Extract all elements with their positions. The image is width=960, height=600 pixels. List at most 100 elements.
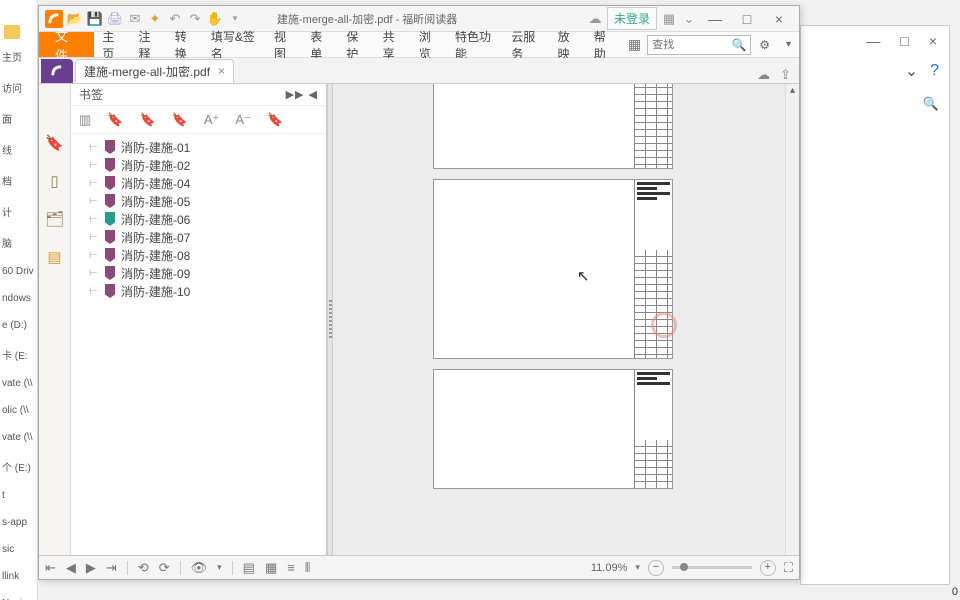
search-box[interactable]: 🔍 — [647, 35, 751, 55]
sb-rotate-right-icon[interactable]: ⟳ — [159, 560, 170, 576]
file-menu[interactable]: 文件 — [39, 32, 94, 57]
explorer-item[interactable]: ndows — [0, 285, 37, 312]
rail-bookmark-icon[interactable]: 🔖 — [46, 134, 64, 152]
menu-item[interactable]: 主页 — [94, 32, 130, 57]
explorer-item[interactable]: 脑 — [0, 227, 37, 258]
bm-tool-delete-icon[interactable]: 🔖 — [172, 112, 188, 128]
new-icon[interactable]: ✦ — [147, 11, 163, 27]
sb-rotate-left-icon[interactable]: ⟲ — [138, 560, 149, 576]
login-status[interactable]: 未登录 — [607, 7, 657, 30]
explorer-item[interactable]: 线 — [0, 134, 37, 165]
explorer-item[interactable]: 档 — [0, 165, 37, 196]
redo-icon[interactable]: ↷ — [187, 11, 203, 27]
email-icon[interactable]: ✉ — [127, 11, 143, 27]
sb-view-mode-icon[interactable]: 👁 — [191, 560, 208, 576]
sb-last-page-icon[interactable]: ⇥ — [106, 560, 117, 576]
rail-pages-icon[interactable]: ▯ — [46, 172, 64, 190]
explorer-item[interactable]: 访问 — [0, 72, 37, 103]
open-icon[interactable]: 📂 — [67, 11, 83, 27]
zoom-fit-icon[interactable]: ⛶ — [784, 560, 793, 576]
window-close[interactable]: × — [765, 11, 793, 27]
bm-tool-edit-icon[interactable]: 🔖 — [139, 112, 155, 128]
bm-tool-expand-icon[interactable]: ▥ — [79, 112, 91, 128]
undo-icon[interactable]: ↶ — [167, 11, 183, 27]
cloud-sync-icon[interactable]: ☁ — [757, 67, 770, 83]
grid-icon[interactable]: ▦ — [661, 11, 677, 27]
explorer-item[interactable]: t — [0, 482, 37, 509]
menu-item[interactable]: 保护 — [338, 32, 374, 57]
settings-icon[interactable]: ⚙ — [751, 38, 778, 52]
share-icon[interactable]: ⇪ — [780, 67, 791, 83]
sb-layout-continuous-icon[interactable]: ▦ — [265, 560, 277, 576]
search-input[interactable] — [648, 39, 728, 51]
menu-item[interactable]: 填写&签名 — [203, 32, 266, 57]
menu-item[interactable]: 云服务 — [503, 32, 549, 57]
settings-dropdown-icon[interactable]: ▾ — [778, 39, 799, 50]
bookmark-item[interactable]: ⊢消防-建施-10 — [71, 282, 326, 300]
explorer-item[interactable]: 主页 — [0, 41, 37, 72]
bookmark-item[interactable]: ⊢消防-建施-05 — [71, 192, 326, 210]
page-thumbnail[interactable] — [433, 369, 673, 489]
menu-item[interactable]: 帮助 — [586, 32, 622, 57]
sb-layout-single-icon[interactable]: ▤ — [243, 560, 255, 576]
menu-item[interactable]: 注释 — [131, 32, 167, 57]
bookmark-item[interactable]: ⊢消防-建施-08 — [71, 246, 326, 264]
explorer-item[interactable]: vate (\\ — [0, 424, 37, 451]
explorer-item[interactable]: vate (\\ — [0, 370, 37, 397]
explorer-item[interactable]: 面 — [0, 103, 37, 134]
zoom-out-button[interactable]: − — [648, 560, 664, 576]
vertical-scrollbar[interactable]: ▴ — [785, 84, 799, 555]
explorer-item[interactable]: 计 — [0, 196, 37, 227]
bookmark-item[interactable]: ⊢消防-建施-04 — [71, 174, 326, 192]
bg-dropdown-icon[interactable]: ⌄ — [905, 61, 918, 81]
menu-item[interactable]: 放映 — [550, 32, 586, 57]
sb-layout-facing-icon[interactable]: ≡ — [287, 560, 295, 575]
explorer-item[interactable]: 60 Driv — [0, 258, 37, 285]
menu-item[interactable]: 浏览 — [411, 32, 447, 57]
explorer-item[interactable]: 个 (E:) — [0, 451, 37, 482]
explorer-item[interactable]: sic — [0, 536, 37, 563]
preview-area[interactable]: ▴ ↖ — [333, 84, 799, 555]
explorer-item[interactable]: olic (\\ — [0, 397, 37, 424]
start-tab[interactable] — [41, 59, 73, 83]
search-icon[interactable]: 🔍 — [728, 38, 750, 52]
bg-minimize-button[interactable]: — — [866, 33, 880, 49]
bg-close-button[interactable]: × — [929, 33, 937, 49]
bookmark-item[interactable]: ⊢消防-建施-07 — [71, 228, 326, 246]
sb-next-page-icon[interactable]: ▶ — [86, 560, 96, 576]
sb-layout-cont-facing-icon[interactable]: ⫴ — [305, 560, 310, 576]
bm-tool-add-icon[interactable]: 🔖 — [107, 112, 123, 128]
ribbon-toggle-icon[interactable]: ⌄ — [681, 11, 697, 27]
ribbon-expand-icon[interactable]: ▦ — [622, 36, 647, 53]
rail-comments-icon[interactable]: ▤ — [46, 248, 64, 266]
bg-maximize-button[interactable]: □ — [900, 33, 908, 49]
bm-tool-text-smaller-icon[interactable]: A⁻ — [235, 112, 251, 128]
sb-first-page-icon[interactable]: ⇤ — [45, 560, 56, 576]
page-thumbnail[interactable] — [433, 84, 673, 169]
hand-icon[interactable]: ✋ — [207, 11, 223, 27]
qat-dropdown-icon[interactable]: ▾ — [227, 11, 243, 27]
window-maximize[interactable]: □ — [733, 11, 761, 27]
explorer-item[interactable]: e (D:) — [0, 312, 37, 339]
tab-close-icon[interactable]: × — [218, 64, 225, 78]
menu-item[interactable]: 特色功能 — [447, 32, 503, 57]
bm-tool-wrap-icon[interactable]: 🔖 — [267, 112, 283, 128]
menu-item[interactable]: 视图 — [266, 32, 302, 57]
sb-prev-page-icon[interactable]: ◀ — [66, 560, 76, 576]
page-thumbnail[interactable] — [433, 179, 673, 359]
bm-tool-text-larger-icon[interactable]: A⁺ — [204, 112, 220, 128]
explorer-item[interactable]: s-app — [0, 509, 37, 536]
explorer-item[interactable]: llink — [0, 563, 37, 590]
bookmark-item[interactable]: ⊢消防-建施-01 — [71, 138, 326, 156]
bg-search-icon[interactable]: 🔍 — [923, 96, 939, 112]
bookmarks-collapse-icon[interactable]: ▶▶ ◀ — [286, 88, 318, 101]
rail-layers-icon[interactable]: 🗂 — [46, 210, 64, 228]
cloud-icon[interactable]: ☁ — [587, 11, 603, 27]
window-minimize[interactable]: — — [701, 11, 729, 27]
explorer-item[interactable]: 卡 (E: — [0, 339, 37, 370]
scroll-up-icon[interactable]: ▴ — [786, 84, 799, 98]
bookmark-item[interactable]: ⊢消防-建施-06 — [71, 210, 326, 228]
menu-item[interactable]: 共享 — [375, 32, 411, 57]
zoom-dropdown-icon[interactable]: ▾ — [635, 562, 640, 573]
explorer-item[interactable]: Navi — [0, 590, 37, 600]
